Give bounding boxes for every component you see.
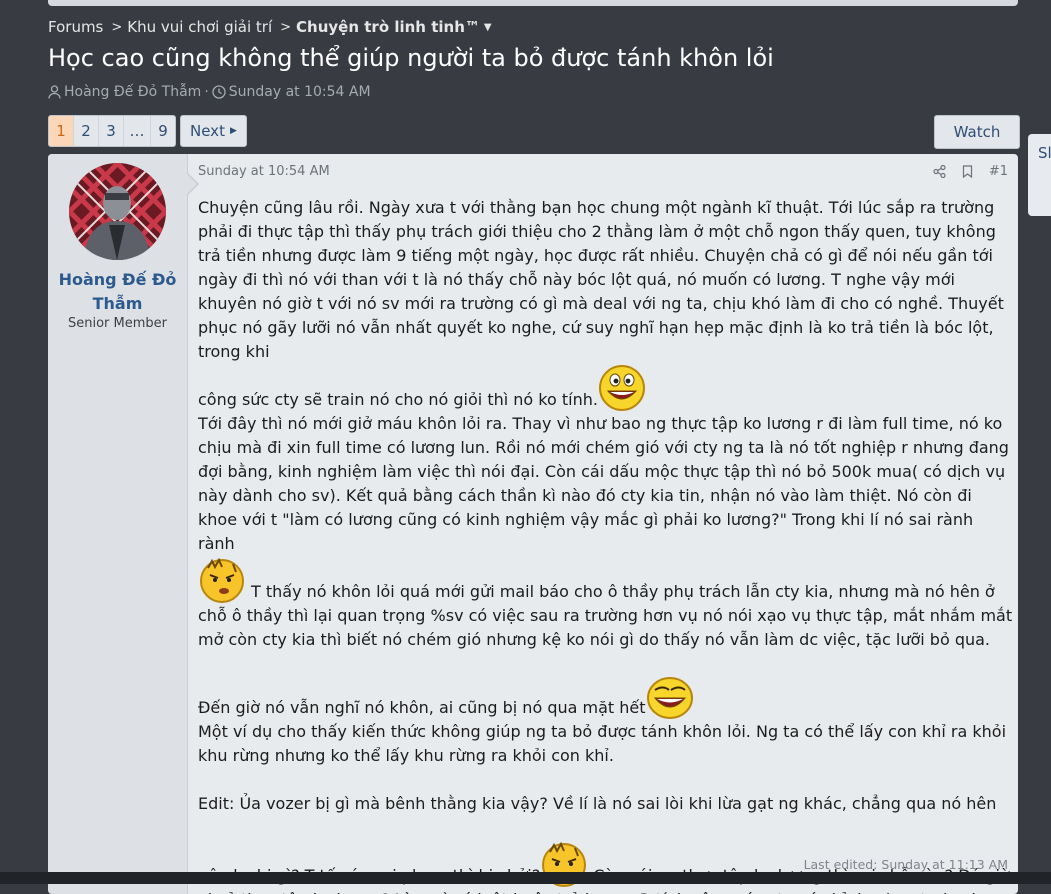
chevron-right-icon: > (111, 19, 123, 35)
grin-smiley-icon (598, 365, 645, 411)
thread-date[interactable]: Sunday at 10:54 AM (229, 84, 371, 100)
post-paragraph-with-smiley: công sức cty sẽ train nó cho nó giỏi thì… (198, 364, 1013, 412)
post-user-panel: Hoàng Đế Đỏ Thẫm Senior Member (48, 154, 188, 894)
bottom-bar (0, 872, 1051, 884)
chevron-down-icon[interactable]: ▼ (484, 22, 492, 33)
annoyed-smiley-icon (200, 557, 244, 603)
thread-meta: Hoàng Đế Đỏ Thẫm · Sunday at 10:54 AM (48, 84, 371, 100)
caret-right-icon: ▶ (229, 126, 237, 136)
breadcrumb-item-entertainment[interactable]: Khu vui chơi giải trí (127, 18, 272, 36)
post-username[interactable]: Hoàng Đế Đỏ Thẫm (48, 268, 187, 316)
post-paragraph: Edit: Ủa vozer bị gì mà bênh thằng kia v… (198, 794, 997, 813)
sidebar-widget[interactable]: Sl (1028, 134, 1051, 216)
thread-title: Học cao cũng không thể giúp người ta bỏ … (48, 44, 774, 72)
clock-icon (212, 85, 226, 99)
page-1[interactable]: 1 (49, 116, 74, 146)
share-icon[interactable] (933, 165, 946, 178)
breadcrumb-item-chitchat[interactable]: Chuyện trò linh tinh™ (296, 18, 480, 36)
bookmark-icon[interactable] (962, 165, 973, 178)
breadcrumb: Forums > Khu vui chơi giải trí > Chuyện … (48, 16, 492, 38)
pagination: 1 2 3 … 9 Next ▶ (48, 115, 247, 147)
page-ellipsis[interactable]: … (124, 116, 151, 146)
post-paragraph-with-smiley: Đến giờ nó vẫn nghĩ nó khôn, ai cũng bị … (198, 676, 1013, 720)
page-3[interactable]: 3 (99, 116, 124, 146)
last-edited: Last edited: Sunday at 11:13 AM (803, 857, 1008, 872)
post-date[interactable]: Sunday at 10:54 AM (198, 164, 330, 179)
post-paragraph: Chuyện cũng lâu rồi. Ngày xưa t với thằn… (198, 198, 1004, 361)
post-paragraph: Một ví dụ cho thấy kiến thức không giúp … (198, 722, 1007, 765)
post-body: Chuyện cũng lâu rồi. Ngày xưa t với thằn… (198, 196, 1013, 894)
post-paragraph: Tới đây thì nó mới giở máu khôn lỏi ra. … (198, 414, 1009, 553)
page-2[interactable]: 2 (74, 116, 99, 146)
thread-author[interactable]: Hoàng Đế Đỏ Thẫm (64, 84, 201, 100)
post-number[interactable]: #1 (989, 164, 1008, 179)
page-9[interactable]: 9 (151, 116, 175, 146)
top-navigation-bar (48, 0, 1018, 6)
chevron-right-icon: > (280, 19, 292, 35)
next-page-button[interactable]: Next ▶ (180, 115, 247, 147)
smug-smiley-icon (646, 677, 693, 719)
sidebar-partial-label: Sl (1038, 144, 1051, 162)
post-paragraph-with-smiley: T thấy nó khôn lỏi quá mới gửi mail báo … (198, 556, 1013, 652)
watch-button[interactable]: Watch (934, 115, 1020, 149)
user-icon (48, 85, 61, 99)
breadcrumb-item-forums[interactable]: Forums (48, 18, 103, 36)
post-tools: #1 (933, 164, 1008, 179)
message-arrow (187, 174, 197, 194)
user-title: Senior Member (67, 316, 167, 331)
page-numbers: 1 2 3 … 9 (48, 115, 176, 147)
next-label: Next (190, 122, 225, 140)
post: Hoàng Đế Đỏ Thẫm Senior Member Sunday at… (48, 154, 1018, 894)
avatar[interactable] (69, 163, 166, 260)
